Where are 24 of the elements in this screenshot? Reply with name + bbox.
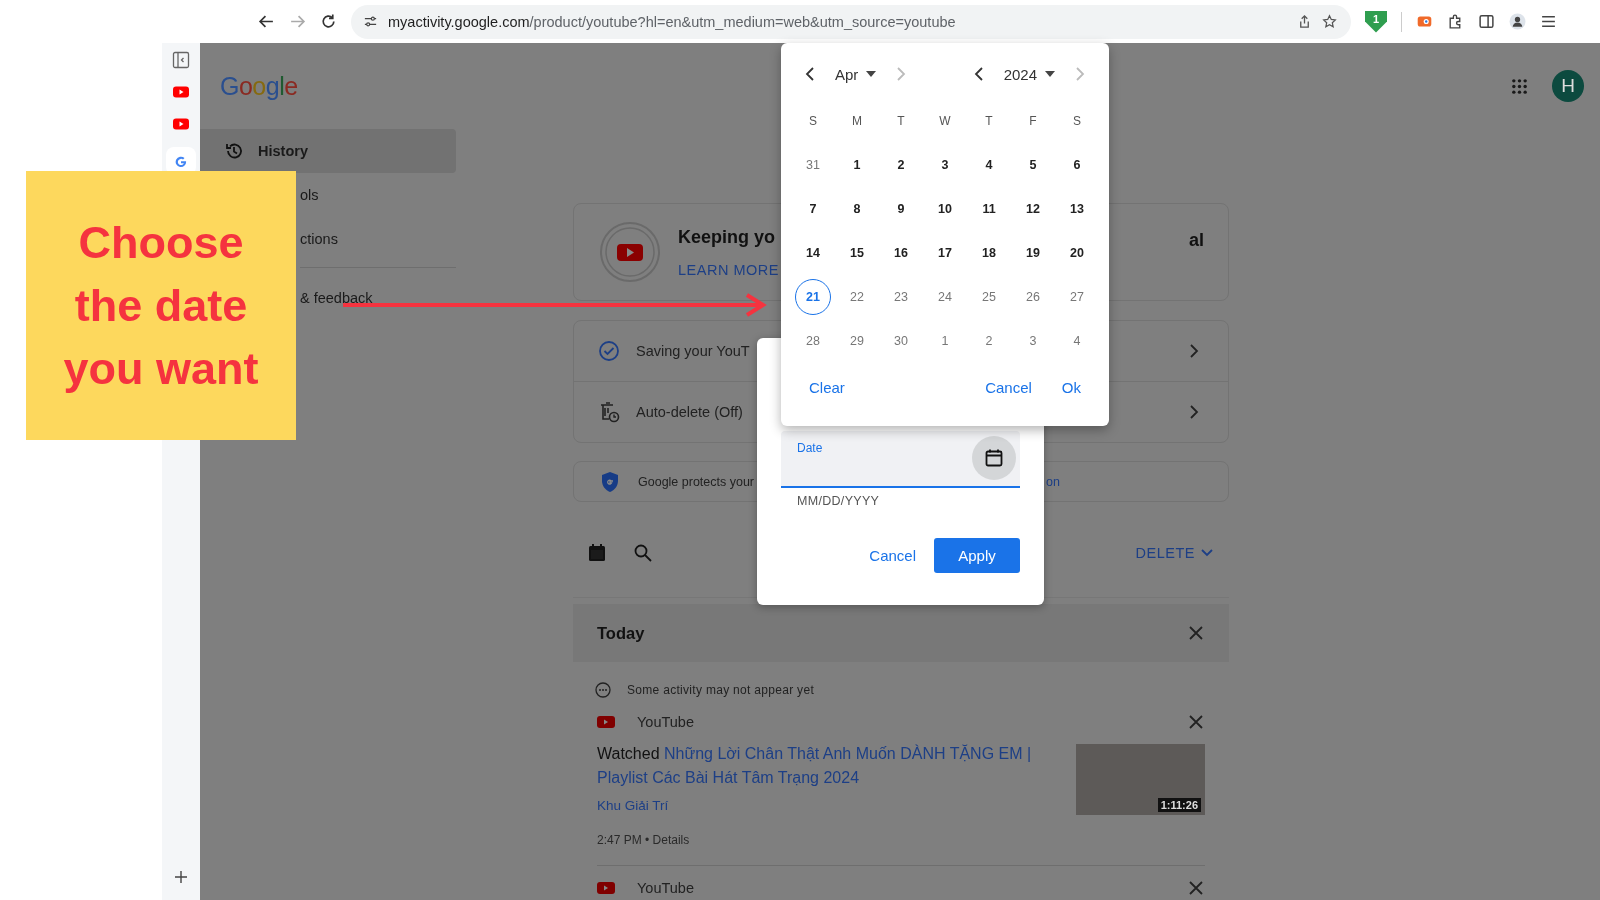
duration-badge: 1:11:26 [1157,798,1201,812]
card-title-end: al [1189,230,1204,251]
card-title: Keeping yo [678,226,776,248]
entry-meta: 2:47 PM • Details [597,833,691,847]
weekday-label: W [938,113,952,130]
notice-text: Some activity may not appear yet [627,683,814,697]
weekday-label: S [1072,113,1082,130]
callout-text: you want [63,342,259,396]
watched-title: Watched Những Lời Chân Thật Anh Muốn DÀNH TẶNG EM | Playlist Các Bài Hát Tâm Trạng 2024 [597,743,1033,788]
day-title: Today [597,623,645,643]
weekday-label: S [808,113,818,130]
extension-count: 1 [1372,11,1380,27]
source-name: YouTube [637,880,694,896]
source-name: YouTube [637,714,694,730]
weekday-label: T [896,113,906,130]
format-hint: MM/DD/YYYY [796,493,881,508]
protection-text: Google protects your [638,474,755,489]
url-text: myactivity.google.com/product/youtube?hl=en&utm_medium=web&utm_source=youtube [388,13,957,30]
weekday-label: T [984,113,994,130]
callout-text: the date [74,279,248,333]
weekday-label: M [851,113,863,130]
weekday-label: F [1028,113,1038,130]
callout-text: Choose [78,216,244,270]
field-label: Date [797,441,823,455]
